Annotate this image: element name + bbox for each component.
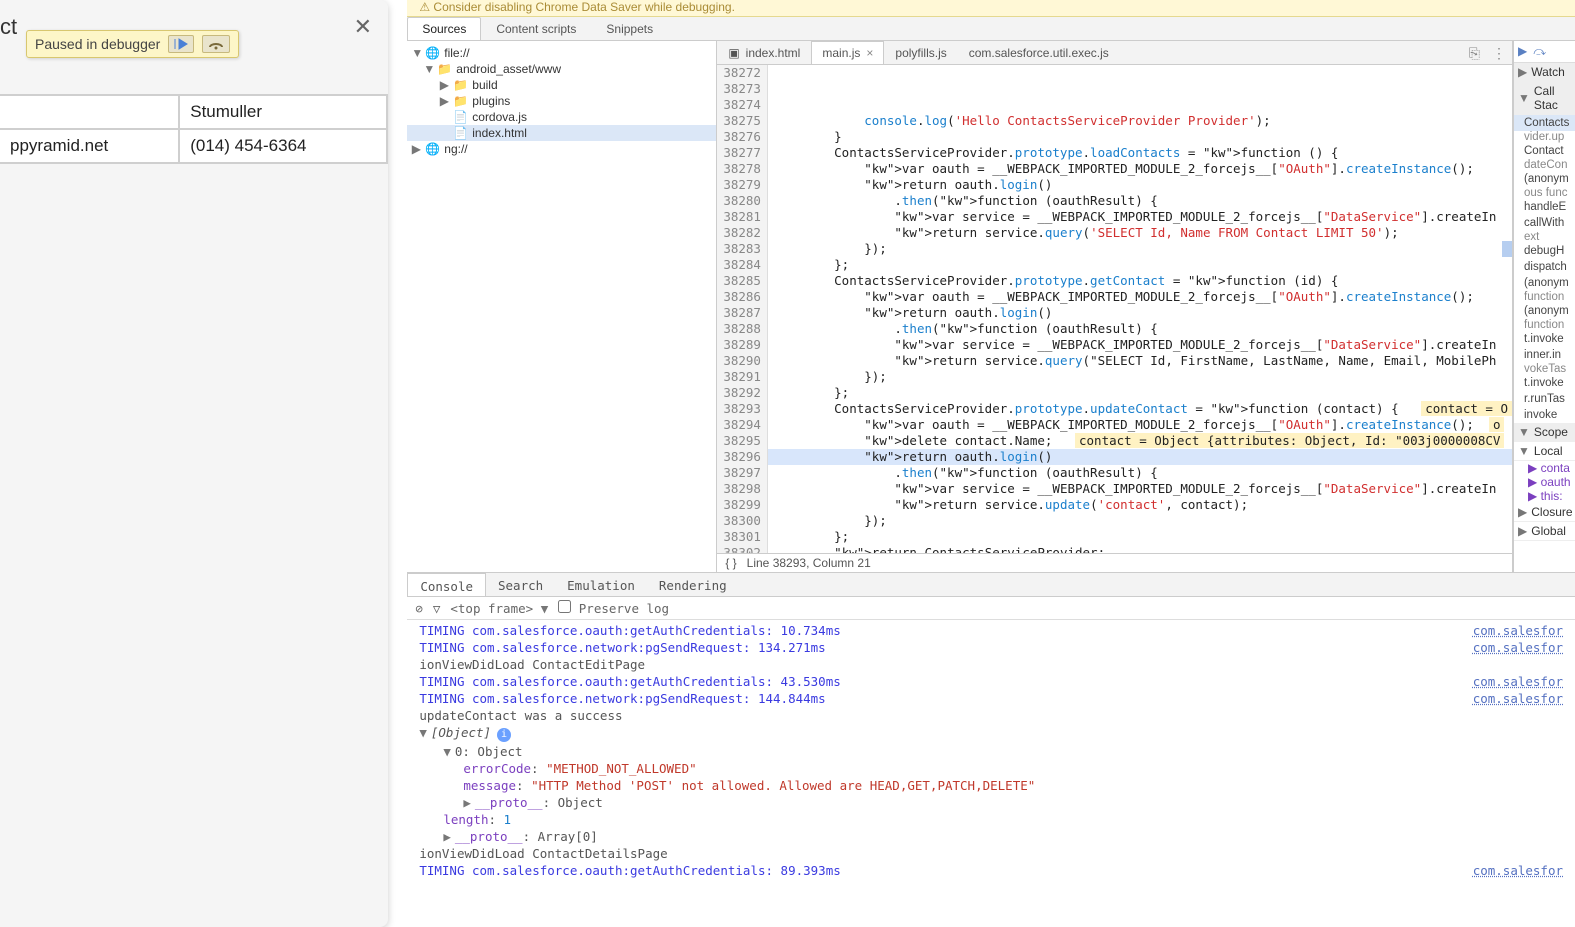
stack-frame[interactable]: t.invoke — [1514, 375, 1575, 391]
page-title: ct — [0, 14, 17, 40]
console-line[interactable]: TIMING com.salesforce.network:pgSendRequ… — [407, 690, 1575, 707]
stack-frame[interactable]: r.runTas — [1514, 391, 1575, 407]
stack-frame[interactable]: (anonym — [1514, 275, 1575, 291]
tab-content-scripts[interactable]: Content scripts — [481, 17, 591, 40]
tab-console[interactable]: Console — [407, 573, 486, 596]
console-line[interactable]: ▼[Object]i — [407, 724, 1575, 743]
contact-table: Stumuller ppyramid.net (014) 454-6364 — [0, 94, 388, 164]
section-scope[interactable]: Scope — [1534, 425, 1568, 439]
console-line[interactable]: message: "HTTP Method 'POST' not allowed… — [407, 777, 1575, 794]
resume-button[interactable] — [168, 35, 194, 53]
console-line[interactable]: TIMING com.salesforce.oauth:getAuthCrede… — [407, 862, 1575, 879]
frame-selector[interactable]: <top frame> — [450, 601, 533, 616]
var-contact[interactable]: conta — [1541, 461, 1570, 475]
paused-label: Paused in debugger — [35, 36, 160, 52]
console-line[interactable]: TIMING com.salesforce.oauth:getAuthCrede… — [407, 622, 1575, 639]
console-line[interactable]: ▶__proto__: Array[0] — [407, 828, 1575, 845]
tree-index[interactable]: index.html — [472, 126, 527, 140]
tree-www[interactable]: android_asset/www — [456, 62, 561, 76]
scope-local[interactable]: Local — [1534, 444, 1563, 458]
scope-closure[interactable]: Closure — [1531, 505, 1572, 519]
file-icon: 📄 — [453, 110, 468, 124]
toggle-nav-icon[interactable]: ⎘ — [1463, 41, 1486, 64]
console-line[interactable]: ▶__proto__: Object — [407, 794, 1575, 811]
tab-emulation[interactable]: Emulation — [555, 573, 647, 596]
console-line[interactable]: ▼0: Object — [407, 743, 1575, 760]
console-line[interactable]: TIMING com.salesforce.network:pgSendRequ… — [407, 639, 1575, 656]
tree-cordova[interactable]: cordova.js — [472, 110, 527, 124]
stack-frame[interactable]: debugH — [1514, 243, 1575, 259]
resume-icon[interactable]: ▶ — [1518, 44, 1527, 59]
section-watch[interactable]: Watch — [1531, 65, 1565, 79]
clear-console-icon[interactable]: ⊘ — [415, 601, 423, 616]
close-icon[interactable]: ✕ — [354, 14, 372, 40]
file-tree[interactable]: ▼🌐file:// ▼📁android_asset/www ▶📁build ▶📁… — [407, 41, 717, 572]
filetab-polyfills[interactable]: polyfills.js — [884, 41, 957, 64]
cell-phone: (014) 454-6364 — [179, 129, 387, 163]
scroll-marker — [1502, 241, 1512, 257]
file-icon: 📄 — [453, 126, 468, 140]
globe-icon: 🌐 — [425, 46, 440, 60]
scope-global[interactable]: Global — [1531, 524, 1566, 538]
folder-icon: 📁 — [437, 62, 452, 76]
close-icon[interactable]: × — [866, 46, 873, 60]
console-line[interactable]: ionViewDidLoad ContactEditPage — [407, 656, 1575, 673]
folder-icon: 📁 — [453, 78, 468, 92]
console-line[interactable]: length: 1 — [407, 811, 1575, 828]
preserve-log-checkbox[interactable] — [558, 600, 571, 613]
warning-text: Consider disabling Chrome Data Saver whi… — [433, 0, 735, 14]
var-this[interactable]: this: — [1541, 489, 1563, 503]
cell-lastname: Stumuller — [179, 95, 387, 129]
section-callstack[interactable]: Call Stac — [1534, 84, 1571, 112]
var-oauth[interactable]: oauth — [1541, 475, 1571, 489]
step-over-button[interactable] — [202, 35, 230, 53]
tree-plugins[interactable]: plugins — [472, 94, 510, 108]
more-icon[interactable]: ⋮ — [1486, 41, 1512, 64]
stack-frame[interactable]: callWith — [1514, 215, 1575, 231]
stack-frame[interactable]: t.invoke — [1514, 331, 1575, 347]
cursor-position: Line 38293, Column 21 — [747, 556, 871, 570]
page-icon: ▣ — [728, 46, 739, 60]
sources-subtabs: Sources Content scripts Snippets — [407, 17, 1575, 41]
tab-search[interactable]: Search — [486, 573, 555, 596]
stack-frame[interactable]: Contacts — [1514, 115, 1575, 131]
filetab-index[interactable]: ▣ index.html — [717, 41, 811, 64]
preserve-log[interactable]: Preserve log — [558, 600, 669, 616]
filter-icon[interactable]: ▽ — [433, 601, 441, 616]
warning-bar: ⚠ Consider disabling Chrome Data Saver w… — [407, 0, 1575, 17]
step-over-icon[interactable]: ⤼ — [1533, 44, 1546, 59]
filetab-exec[interactable]: com.salesforce.util.exec.js — [958, 41, 1120, 64]
console-line[interactable]: TIMING com.salesforce.oauth:getAuthCrede… — [407, 673, 1575, 690]
tree-ng[interactable]: ng:// — [444, 142, 467, 156]
filetab-main[interactable]: main.js× — [811, 41, 884, 64]
stack-frame[interactable]: Contact — [1514, 143, 1575, 159]
console-line[interactable]: ionViewDidLoad ContactDetailsPage — [407, 845, 1575, 862]
debugger-sidepane: ▶ ⤼ ▶Watch ▼Call Stac Contactsvider.upCo… — [1513, 41, 1575, 572]
stack-frame[interactable]: invoke — [1514, 407, 1575, 423]
stack-frame[interactable]: (anonym — [1514, 303, 1575, 319]
tree-root[interactable]: file:// — [444, 46, 469, 60]
console-line[interactable]: updateContact was a success — [407, 707, 1575, 724]
paused-badge: Paused in debugger — [26, 30, 239, 58]
stack-frame[interactable]: inner.in — [1514, 347, 1575, 363]
folder-icon: 📁 — [453, 94, 468, 108]
stack-frame[interactable]: dispatch — [1514, 259, 1575, 275]
tab-sources[interactable]: Sources — [407, 17, 481, 40]
braces-icon[interactable]: { } — [725, 556, 736, 570]
cell-email: ppyramid.net — [0, 129, 179, 163]
line-gutter: 3827238273382743827538276382773827838279… — [717, 65, 768, 553]
console-line[interactable]: errorCode: "METHOD_NOT_ALLOWED" — [407, 760, 1575, 777]
globe-icon: 🌐 — [425, 142, 440, 156]
stack-frame[interactable]: handleE — [1514, 199, 1575, 215]
stack-frame[interactable]: (anonym — [1514, 171, 1575, 187]
code-editor[interactable]: console.log('Hello ContactsServiceProvid… — [768, 65, 1512, 553]
tree-build[interactable]: build — [472, 78, 497, 92]
tab-snippets[interactable]: Snippets — [591, 17, 668, 40]
tab-rendering[interactable]: Rendering — [647, 573, 739, 596]
